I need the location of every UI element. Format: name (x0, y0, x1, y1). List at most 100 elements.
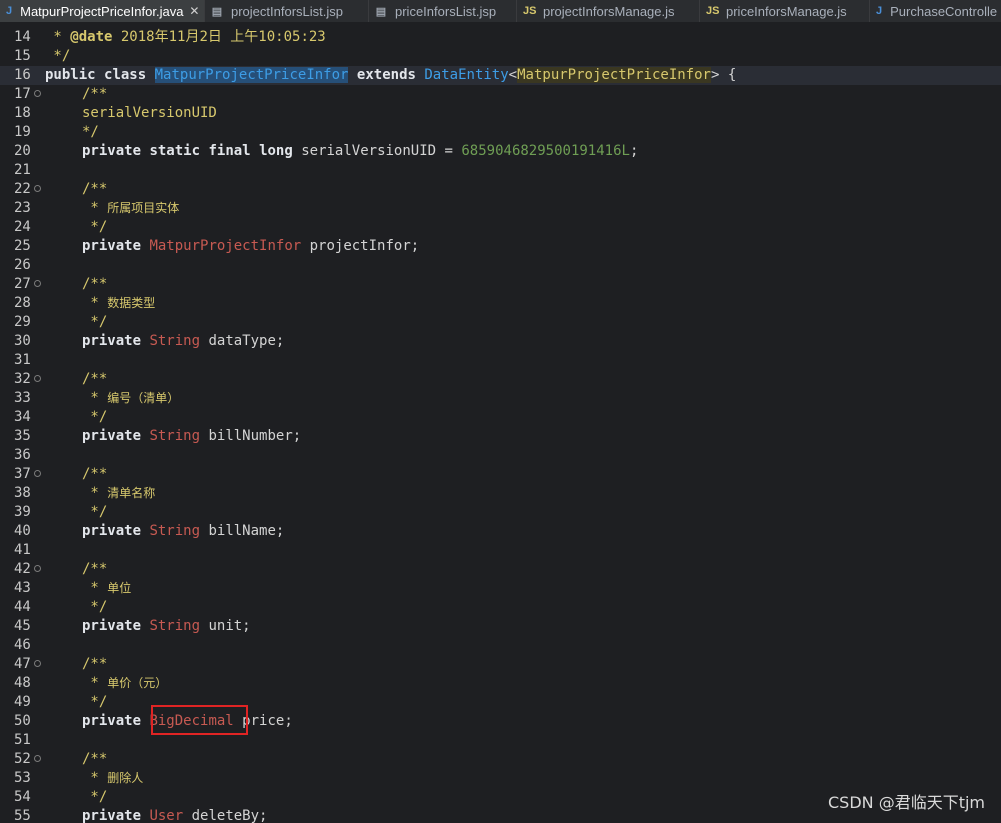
line-number: 52 (14, 751, 31, 767)
line-number: 48 (14, 675, 31, 691)
line-number: 45 (14, 618, 31, 634)
comment-chinese-text: 编号（清单） (107, 391, 180, 405)
superclass-name[interactable]: DataEntity (424, 67, 508, 83)
comment-chinese-text: 删除人 (107, 771, 144, 785)
fold-toggle-icon[interactable] (34, 375, 41, 382)
line-number: 46 (14, 637, 31, 653)
code-line: 42 /** (0, 560, 1001, 579)
code-line: 20 private static final long serialVersi… (0, 142, 1001, 161)
code-line: 30 private String dataType; (0, 332, 1001, 351)
keyword: private (82, 143, 142, 159)
line-number: 53 (14, 770, 31, 786)
code-line: 26 (0, 256, 1001, 275)
code-line: 35 private String billNumber; (0, 427, 1001, 446)
fold-toggle-icon[interactable] (34, 280, 41, 287)
code-line: 44 */ (0, 598, 1001, 617)
code-editor[interactable]: 14 * @date 2018年11月2日 上午10:05:23 15 */ 1… (0, 22, 1001, 823)
line-number: 43 (14, 580, 31, 596)
line-number: 23 (14, 200, 31, 216)
code-line: 22 /** (0, 180, 1001, 199)
comment-text: /** (82, 86, 108, 102)
code-line: 25 private MatpurProjectInfor projectInf… (0, 237, 1001, 256)
code-line: 18 serialVersionUID (0, 104, 1001, 123)
type-name[interactable]: String (149, 523, 200, 539)
code-line: 36 (0, 446, 1001, 465)
fold-toggle-icon[interactable] (34, 90, 41, 97)
comment-text: serialVersionUID (82, 105, 217, 121)
line-number: 31 (14, 352, 31, 368)
code-line: 21 (0, 161, 1001, 180)
code-line: 41 (0, 541, 1001, 560)
line-number: 36 (14, 447, 31, 463)
tab-label: priceInforsManage.js (726, 3, 847, 19)
line-number: 18 (14, 105, 31, 121)
type-name[interactable]: String (149, 333, 200, 349)
keyword: long (259, 143, 293, 159)
keyword: private (82, 713, 142, 729)
comment-chinese-text: 数据类型 (107, 296, 156, 310)
code-line: 47 /** (0, 655, 1001, 674)
code-line: 39 */ (0, 503, 1001, 522)
line-number: 21 (14, 162, 31, 178)
comment-chinese-text: 所属项目实体 (107, 201, 180, 215)
semicolon: ; (629, 143, 639, 159)
keyword: private (82, 808, 142, 823)
code-line: 28 * 数据类型 (0, 294, 1001, 313)
class-name[interactable]: MatpurProjectPriceInfor (154, 67, 349, 83)
fold-toggle-icon[interactable] (34, 185, 41, 192)
line-number: 51 (14, 732, 31, 748)
keyword: private (82, 428, 142, 444)
line-number: 20 (14, 143, 31, 159)
fold-toggle-icon[interactable] (34, 470, 41, 477)
comment-text: /** (82, 181, 108, 197)
js-file-icon: JS (523, 5, 537, 17)
keyword: private (82, 238, 142, 254)
field-name: billName; (200, 523, 285, 539)
comment-text: * (82, 390, 108, 406)
comment-text: */ (82, 409, 108, 425)
comment-chinese-text: 清单名称 (107, 486, 156, 500)
field-declaration: serialVersionUID = (301, 143, 462, 159)
type-name[interactable]: String (149, 428, 200, 444)
code-line: 14 * @date 2018年11月2日 上午10:05:23 (0, 28, 1001, 47)
fold-toggle-icon[interactable] (34, 565, 41, 572)
code-line: 40 private String billName; (0, 522, 1001, 541)
brace: { (719, 67, 737, 83)
code-line: 32 /** (0, 370, 1001, 389)
tab-priceinforslist-jsp[interactable]: ▤ priceInforsList.jsp (369, 0, 517, 22)
comment-text: /** (82, 561, 108, 577)
fold-toggle-icon[interactable] (34, 755, 41, 762)
tab-label: MatpurProjectPriceInfor.java (20, 3, 184, 19)
comment-text: * (82, 675, 108, 691)
keyword: private (82, 618, 142, 634)
type-name[interactable]: MatpurProjectInfor (149, 238, 301, 254)
tab-projectinforsmanage-js[interactable]: JS projectInforsManage.js (517, 0, 700, 22)
code-line: 52 /** (0, 750, 1001, 769)
comment-text: * (82, 770, 108, 786)
close-icon[interactable]: ✕ (189, 4, 199, 18)
tab-matpurprojectpriceinfor-java[interactable]: J MatpurProjectPriceInfor.java ✕ (0, 0, 205, 22)
comment-text: * (45, 29, 71, 45)
line-number: 38 (14, 485, 31, 501)
code-line: 37 /** (0, 465, 1001, 484)
line-number: 26 (14, 257, 31, 273)
comment-text: */ (82, 599, 108, 615)
comment-chinese-text: 单位 (107, 581, 132, 595)
code-line-class-declaration: 16 public class MatpurProjectPriceInfor … (0, 66, 1001, 85)
fold-toggle-icon[interactable] (34, 660, 41, 667)
line-number: 41 (14, 542, 31, 558)
line-number: 27 (14, 276, 31, 292)
tab-priceinforsmanage-js[interactable]: JS priceInforsManage.js (700, 0, 870, 22)
generic-type[interactable]: MatpurProjectPriceInfor (517, 67, 711, 83)
type-name[interactable]: User (149, 808, 183, 823)
keyword: class (104, 67, 147, 83)
tab-purchasecontroller-java[interactable]: J PurchaseControlle (870, 0, 1001, 22)
comment-text: /** (82, 466, 108, 482)
code-line: 43 * 单位 (0, 579, 1001, 598)
tab-projectinforslist-jsp[interactable]: ▤ projectInforsList.jsp (205, 0, 369, 22)
keyword: private (82, 333, 142, 349)
number-literal: 6859046829500191416L (461, 143, 630, 159)
type-name[interactable]: String (149, 618, 200, 634)
field-name: projectInfor; (301, 238, 420, 254)
line-number: 42 (14, 561, 31, 577)
